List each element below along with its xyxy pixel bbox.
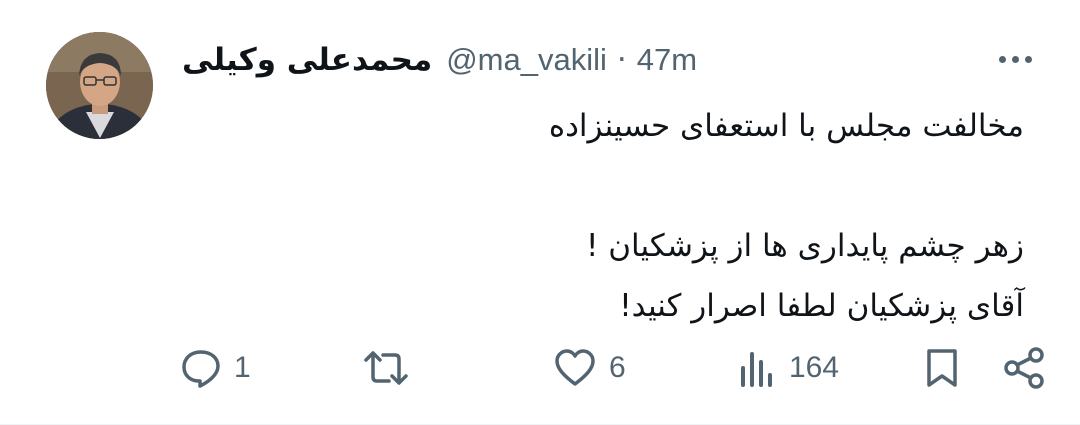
- retweet-icon: [364, 351, 408, 385]
- more-options-button[interactable]: [990, 44, 1040, 74]
- author-name[interactable]: محمدعلی وکیلی: [182, 42, 432, 78]
- timestamp[interactable]: 47m: [637, 42, 697, 78]
- retweet-button[interactable]: [362, 340, 422, 396]
- bookmark-button[interactable]: [922, 340, 962, 396]
- views-count: 164: [789, 351, 840, 384]
- bookmark-icon: [927, 349, 957, 387]
- heart-icon: [555, 349, 595, 386]
- like-count: 6: [609, 351, 626, 384]
- reply-button[interactable]: 1: [180, 340, 251, 396]
- tweet-line: مخالفت مجلس با استعفای حسینزاده: [548, 108, 1024, 144]
- like-button[interactable]: 6: [553, 340, 626, 396]
- tweet-line-blank: [204, 156, 1024, 216]
- tweet-text: مخالفت مجلس با استعفای حسینزاده زهر چشم …: [204, 96, 1024, 336]
- reply-icon: [182, 350, 220, 388]
- tweet-line: آقای پزشکیان لطفا اصرار کنید!: [619, 288, 1024, 324]
- share-button[interactable]: [1002, 340, 1046, 396]
- separator-dot: ·: [616, 42, 627, 78]
- views-icon: [741, 352, 772, 387]
- author-handle[interactable]: @ma_vakili: [446, 42, 607, 78]
- tweet-header: محمدعلی وکیلی @ma_vakili · 47m: [182, 38, 970, 82]
- share-icon: [1004, 347, 1044, 389]
- tweet-line: زهر چشم پایداری ها از پزشکیان !: [585, 228, 1024, 264]
- avatar[interactable]: [46, 32, 153, 139]
- avatar-photo: [46, 32, 153, 139]
- more-icon: [998, 55, 1006, 63]
- reply-count: 1: [234, 351, 251, 384]
- action-bar: 1 6 164: [0, 340, 1080, 396]
- views-button[interactable]: 164: [737, 340, 839, 396]
